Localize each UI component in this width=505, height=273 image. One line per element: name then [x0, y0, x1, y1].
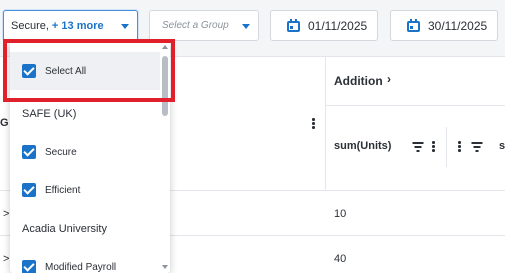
option-secure[interactable]: Secure — [10, 133, 160, 171]
kebab-menu-icon[interactable] — [312, 118, 315, 129]
option-label: SAFE (UK) — [22, 108, 77, 120]
scroll-down-icon[interactable] — [162, 265, 168, 269]
chevron-down-icon — [121, 24, 129, 29]
option-label: Modified Payroll — [45, 261, 117, 273]
option-group-header[interactable]: Acadia University — [10, 210, 160, 248]
cell-sum-units: 40 — [334, 253, 347, 265]
date-from-value: 01/11/2025 — [308, 18, 368, 33]
chevron-right-icon[interactable]: › — [387, 72, 391, 86]
option-label: Efficient — [45, 184, 81, 196]
company-more-count: + 13 more — [51, 19, 104, 32]
date-to-picker[interactable]: 30/11/2025 — [390, 10, 498, 41]
expand-row-icon[interactable]: > — [3, 253, 9, 265]
expand-row-icon[interactable]: > — [3, 208, 9, 220]
kebab-menu-icon[interactable] — [432, 141, 435, 152]
group-label[interactable]: Addition — [334, 74, 383, 88]
option-modified-payroll[interactable]: Modified Payroll — [10, 248, 160, 273]
filter-icon[interactable] — [471, 142, 482, 152]
kebab-menu-icon[interactable] — [458, 141, 461, 152]
group-select[interactable]: Select a Group — [149, 10, 259, 41]
checkbox-checked-icon[interactable] — [22, 145, 36, 159]
option-label: Acadia University — [22, 223, 107, 235]
group-placeholder: Select a Group — [162, 20, 229, 31]
group-column-header: G — [0, 117, 9, 129]
app-root: Secure, + 13 more Select a Group 01/11/2… — [0, 0, 505, 273]
cell-sum-units: 10 — [334, 208, 347, 220]
company-multiselect[interactable]: Secure, + 13 more — [3, 10, 138, 41]
highlight-box — [3, 39, 175, 102]
column-divider — [446, 127, 447, 167]
option-label: Secure — [45, 146, 77, 158]
header-divider — [326, 105, 505, 106]
company-selected-text: Secure, — [11, 19, 49, 32]
checkbox-checked-icon[interactable] — [22, 260, 36, 273]
checkbox-checked-icon[interactable] — [22, 183, 36, 197]
calendar-icon — [407, 19, 420, 32]
next-column-header: s — [499, 140, 505, 152]
date-to-value: 30/11/2025 — [428, 18, 488, 33]
column-divider — [325, 57, 326, 191]
calendar-icon — [287, 19, 300, 32]
chevron-down-icon — [242, 24, 250, 29]
column-header-sum-units[interactable]: sum(Units) — [334, 140, 391, 152]
date-from-picker[interactable]: 01/11/2025 — [270, 10, 378, 41]
option-efficient[interactable]: Efficient — [10, 171, 160, 209]
filter-icon[interactable] — [412, 142, 423, 152]
